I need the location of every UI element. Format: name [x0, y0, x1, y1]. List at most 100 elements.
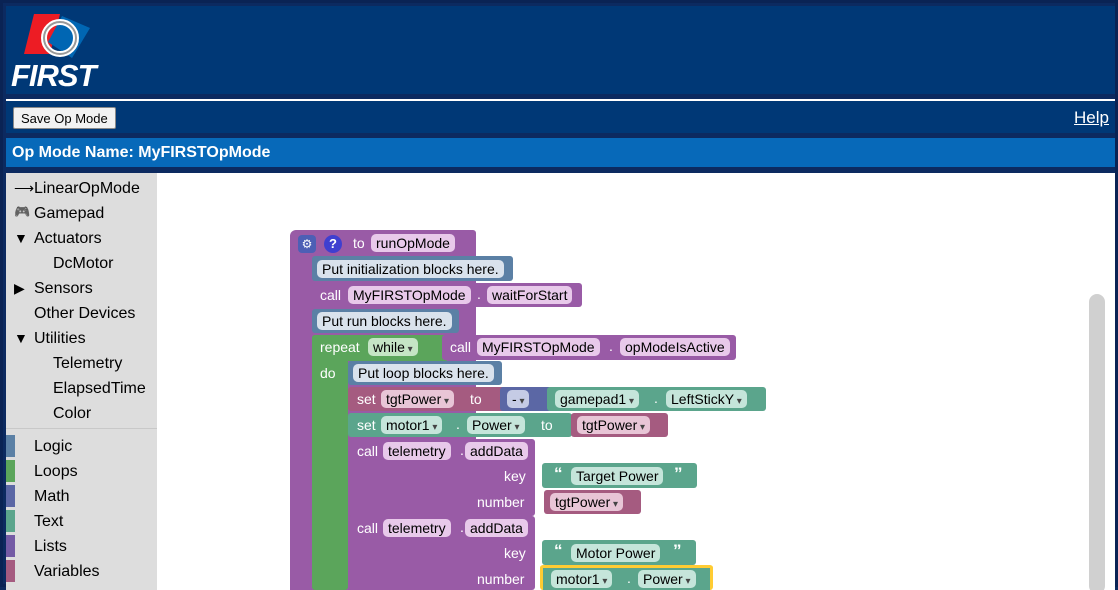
myfirst-field[interactable]: MyFIRSTOpMode	[348, 286, 471, 304]
toolbox-item-utilities[interactable]: ▼ Utilities	[6, 327, 157, 351]
toolbox-item-label: ElapsedTime	[53, 380, 146, 397]
toolbox-item-gamepad[interactable]: 🎮 Gamepad	[6, 202, 157, 226]
add-data-field-2[interactable]: addData	[465, 519, 528, 537]
toolbox-category-lists[interactable]: Lists	[6, 535, 157, 559]
to-label-3: to	[541, 417, 553, 433]
toolbox-item-elapsedtime[interactable]: ElapsedTime	[6, 377, 157, 401]
motor-power-field[interactable]: Motor Power	[571, 544, 661, 562]
toolbar: Save Op Mode Help	[6, 99, 1115, 133]
collapsed-triangle-icon: ▶	[14, 280, 25, 296]
toolbox-item-actuators[interactable]: ▼ Actuators	[6, 227, 157, 251]
category-label: Math	[34, 488, 70, 505]
expanded-triangle-icon: ▼	[14, 330, 28, 346]
op-mode-is-active-field[interactable]: opModeIsActive	[620, 338, 730, 356]
motor1-dropdown-2[interactable]: motor1	[551, 570, 613, 588]
category-color-swatch	[6, 510, 15, 532]
toolbox-category-variables[interactable]: Variables	[6, 560, 157, 584]
toolbox-item-other-devices[interactable]: Other Devices	[6, 302, 157, 326]
dot-label-5: .	[460, 442, 464, 458]
target-power-field[interactable]: Target Power	[571, 467, 664, 485]
call-label-2: call	[450, 339, 472, 355]
first-logo-text: FIRST	[11, 58, 97, 93]
repeat-label: repeat	[320, 339, 360, 355]
toolbox-item-sensors[interactable]: ▶ Sensors	[6, 277, 157, 301]
init-comment-field[interactable]: Put initialization blocks here.	[317, 260, 504, 278]
call-label-3: call	[357, 443, 379, 459]
category-color-swatch	[6, 435, 15, 457]
help-question-icon[interactable]: ?	[324, 235, 342, 253]
toolbox-item-label: Actuators	[34, 230, 102, 247]
loop-comment-field[interactable]: Put loop blocks here.	[353, 364, 494, 382]
dot-label: .	[477, 286, 481, 302]
dot-label-7: .	[627, 570, 631, 586]
toolbox-item-color[interactable]: Color	[6, 402, 157, 426]
toolbox-item-label: DcMotor	[53, 255, 114, 272]
procedure-body-strip	[290, 253, 312, 590]
toolbox-category-math[interactable]: Math	[6, 485, 157, 509]
procedure-name-field[interactable]: runOpMode	[371, 234, 455, 252]
dot-label-3: .	[654, 390, 658, 406]
vertical-scrollbar[interactable]	[1089, 294, 1105, 590]
tgt-power-dropdown[interactable]: tgtPower	[381, 390, 455, 408]
to-label-2: to	[470, 391, 482, 407]
op-mode-name-title: Op Mode Name: MyFIRSTOpMode	[6, 138, 1115, 167]
quote-close-icon: ”	[674, 464, 683, 483]
save-op-mode-button[interactable]: Save Op Mode	[13, 107, 116, 129]
add-data-field[interactable]: addData	[465, 442, 528, 460]
toolbox-item-label: Utilities	[34, 330, 86, 347]
category-label: Variables	[34, 563, 100, 580]
power-dropdown-2[interactable]: Power	[638, 570, 696, 588]
category-label: Logic	[34, 438, 73, 455]
blocks-canvas[interactable]: ⚙ ? to runOpMode Put initialization bloc…	[157, 173, 1115, 590]
while-dropdown[interactable]: while	[368, 338, 418, 356]
toolbox-category-logic[interactable]: Logic	[6, 435, 157, 459]
key-label-2: key	[504, 545, 526, 561]
quote-close-icon-2: ”	[673, 541, 682, 560]
myfirst-field-2[interactable]: MyFIRSTOpMode	[477, 338, 600, 356]
motor1-dropdown[interactable]: motor1	[381, 416, 443, 434]
category-color-swatch	[6, 485, 15, 507]
set-label-2: set	[357, 417, 376, 433]
number-label: number	[477, 494, 525, 510]
dot-label-2: .	[609, 338, 613, 354]
telemetry-field-2[interactable]: telemetry	[383, 519, 451, 537]
tgt-power-dropdown-2[interactable]: tgtPower	[577, 416, 651, 434]
run-comment-field[interactable]: Put run blocks here.	[317, 312, 452, 330]
dot-label-4: .	[456, 416, 460, 432]
tgt-power-dropdown-3[interactable]: tgtPower	[550, 493, 624, 511]
do-label: do	[320, 365, 336, 381]
expanded-triangle-icon: ▼	[14, 230, 28, 246]
wait-for-start-field[interactable]: waitForStart	[487, 286, 573, 304]
toolbox-item-telemetry[interactable]: Telemetry	[6, 352, 157, 376]
toolbox-category-text[interactable]: Text	[6, 510, 157, 534]
category-color-swatch	[6, 535, 15, 557]
key-label: key	[504, 468, 526, 484]
toolbox-separator	[6, 428, 157, 429]
left-stick-y-dropdown[interactable]: LeftStickY	[666, 390, 747, 408]
toolbox-item-label: Other Devices	[34, 305, 136, 322]
gamepad1-dropdown[interactable]: gamepad1	[555, 390, 639, 408]
header-banner: FIRST	[6, 6, 1115, 94]
help-link[interactable]: Help	[1074, 108, 1109, 128]
category-color-swatch	[6, 560, 15, 582]
category-color-swatch	[6, 460, 15, 482]
number-label-2: number	[477, 571, 525, 587]
toolbox-item-label: Gamepad	[34, 205, 105, 222]
quote-open-icon: “	[554, 464, 563, 483]
to-label: to	[353, 235, 365, 251]
minus-dropdown[interactable]: -	[507, 390, 530, 408]
settings-gear-icon[interactable]: ⚙	[298, 235, 316, 253]
app-window: FIRST Save Op Mode Help Op Mode Name: My…	[0, 0, 1118, 590]
quote-open-icon-2: “	[554, 541, 563, 560]
toolbox-item-label: Color	[53, 405, 92, 422]
toolbox-category-loops[interactable]: Loops	[6, 460, 157, 484]
dot-label-6: .	[460, 519, 464, 535]
telemetry-field[interactable]: telemetry	[383, 442, 451, 460]
set-label: set	[357, 391, 376, 407]
toolbox-item-label: Sensors	[34, 280, 93, 297]
toolbox-item-dcmotor[interactable]: DcMotor	[6, 252, 157, 276]
call-label: call	[320, 287, 342, 303]
power-dropdown[interactable]: Power	[467, 416, 525, 434]
toolbox-item-linearopmode[interactable]: ⟶ LinearOpMode	[6, 177, 157, 201]
toolbox-item-label: LinearOpMode	[34, 180, 140, 197]
